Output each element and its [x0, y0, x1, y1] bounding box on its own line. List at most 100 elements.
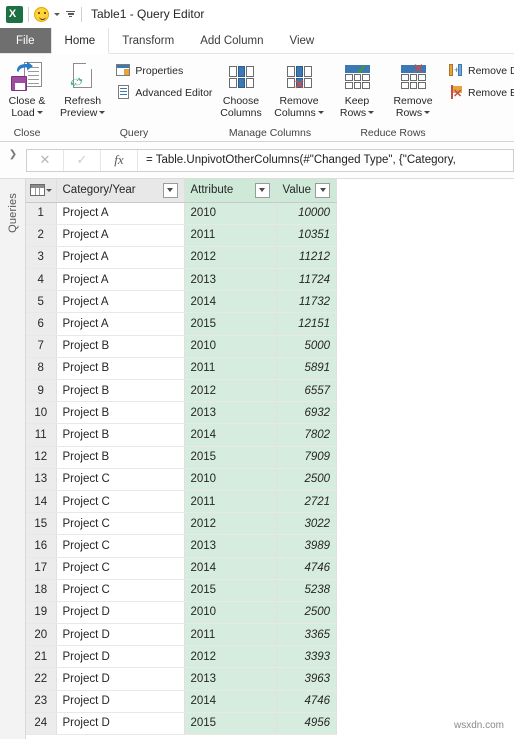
cell-value[interactable]: 6557 — [276, 379, 338, 403]
confirm-icon[interactable]: ✓ — [64, 149, 101, 171]
cell-category[interactable]: Project C — [56, 468, 185, 491]
cell-attribute[interactable]: 2011 — [184, 623, 277, 647]
cell-value[interactable]: 7909 — [276, 446, 338, 469]
cell-value[interactable]: 3022 — [276, 512, 338, 536]
cell-attribute[interactable]: 2013 — [184, 268, 277, 292]
cell-attribute[interactable]: 2013 — [184, 534, 277, 558]
cell-category[interactable]: Project C — [56, 534, 185, 558]
cell-value[interactable]: 7802 — [276, 423, 338, 447]
cell-category[interactable]: Project D — [56, 712, 185, 736]
formula-input[interactable]: = Table.UnpivotOtherColumns(#"Changed Ty… — [138, 150, 513, 171]
cell-value[interactable]: 5891 — [276, 357, 338, 381]
chevron-down-icon[interactable] — [368, 111, 375, 115]
cell-value[interactable]: 5000 — [276, 335, 338, 358]
cell-category[interactable]: Project B — [56, 446, 185, 469]
table-row[interactable]: 17 Project C 2014 4746 — [26, 557, 338, 580]
cell-category[interactable]: Project C — [56, 557, 185, 580]
table-corner-button[interactable] — [26, 179, 57, 203]
filter-dropdown-icon[interactable] — [162, 182, 178, 198]
remove-columns-button[interactable]: ✕ Remove Columns — [272, 58, 326, 119]
tab-view[interactable]: View — [277, 28, 328, 53]
chevron-down-icon[interactable] — [317, 111, 324, 115]
table-row[interactable]: 24 Project D 2015 4956 — [26, 712, 338, 736]
cell-attribute[interactable]: 2015 — [184, 312, 277, 336]
properties-button[interactable]: Properties — [113, 61, 215, 80]
table-row[interactable]: 4 Project A 2013 11724 — [26, 268, 338, 292]
cell-attribute[interactable]: 2010 — [184, 335, 277, 358]
table-row[interactable]: 12 Project B 2015 7909 — [26, 446, 338, 469]
table-row[interactable]: 23 Project D 2014 4746 — [26, 690, 338, 713]
cell-category[interactable]: Project D — [56, 690, 185, 713]
table-row[interactable]: 15 Project C 2012 3022 — [26, 512, 338, 536]
qat-overflow-icon[interactable] — [65, 10, 76, 18]
keep-rows-button[interactable]: ✓ Keep Rows — [330, 58, 384, 119]
choose-columns-button[interactable]: Choose Columns — [214, 58, 268, 119]
cell-attribute[interactable]: 2015 — [184, 579, 277, 602]
table-row[interactable]: 19 Project D 2010 2500 — [26, 601, 338, 625]
table-row[interactable]: 3 Project A 2012 11212 — [26, 246, 338, 270]
table-row[interactable]: 16 Project C 2013 3989 — [26, 534, 338, 558]
cell-value[interactable]: 11724 — [276, 268, 338, 292]
cell-attribute[interactable]: 2012 — [184, 379, 277, 403]
table-row[interactable]: 2 Project A 2011 10351 — [26, 224, 338, 247]
filter-dropdown-icon[interactable] — [315, 182, 331, 198]
cell-category[interactable]: Project B — [56, 335, 185, 358]
table-row[interactable]: 22 Project D 2013 3963 — [26, 667, 338, 691]
cell-value[interactable]: 3393 — [276, 645, 338, 669]
table-row[interactable]: 14 Project C 2011 2721 — [26, 490, 338, 514]
table-row[interactable]: 6 Project A 2015 12151 — [26, 312, 338, 336]
table-row[interactable]: 1 Project A 2010 10000 — [26, 202, 338, 225]
cell-value[interactable]: 3963 — [276, 667, 338, 691]
cell-value[interactable]: 2721 — [276, 490, 338, 514]
refresh-preview-button[interactable]: Refresh Preview — [60, 58, 106, 119]
cell-attribute[interactable]: 2011 — [184, 357, 277, 381]
table-row[interactable]: 13 Project C 2010 2500 — [26, 468, 338, 491]
cell-attribute[interactable]: 2015 — [184, 712, 277, 736]
cell-value[interactable]: 4746 — [276, 557, 338, 580]
cell-value[interactable]: 6932 — [276, 401, 338, 425]
filter-dropdown-icon[interactable] — [254, 182, 270, 198]
tab-transform[interactable]: Transform — [109, 28, 187, 53]
advanced-editor-button[interactable]: Advanced Editor — [113, 83, 215, 102]
column-header-attribute[interactable]: Attribute — [184, 179, 277, 203]
cell-value[interactable]: 10000 — [276, 202, 338, 225]
cell-category[interactable]: Project C — [56, 512, 185, 536]
chevron-down-icon[interactable] — [99, 111, 106, 115]
cell-category[interactable]: Project B — [56, 379, 185, 403]
smiley-icon[interactable] — [34, 6, 49, 22]
cell-category[interactable]: Project A — [56, 312, 185, 336]
fx-icon[interactable]: fx — [101, 149, 138, 171]
cell-value[interactable]: 2500 — [276, 468, 338, 491]
cell-attribute[interactable]: 2011 — [184, 224, 277, 247]
cell-category[interactable]: Project B — [56, 357, 185, 381]
cell-value[interactable]: 2500 — [276, 601, 338, 625]
remove-rows-button[interactable]: ✕ Remove Rows — [386, 58, 440, 119]
cell-category[interactable]: Project A — [56, 202, 185, 225]
cell-value[interactable]: 4956 — [276, 712, 338, 736]
table-row[interactable]: 10 Project B 2013 6932 — [26, 401, 338, 425]
tab-add-column[interactable]: Add Column — [187, 28, 276, 53]
cell-attribute[interactable]: 2014 — [184, 423, 277, 447]
cell-value[interactable]: 5238 — [276, 579, 338, 602]
cell-attribute[interactable]: 2012 — [184, 645, 277, 669]
cell-attribute[interactable]: 2014 — [184, 690, 277, 713]
cell-category[interactable]: Project A — [56, 268, 185, 292]
cell-attribute[interactable]: 2013 — [184, 667, 277, 691]
cell-category[interactable]: Project A — [56, 224, 185, 247]
table-row[interactable]: 5 Project A 2014 11732 — [26, 290, 338, 314]
cell-attribute[interactable]: 2011 — [184, 490, 277, 514]
cell-attribute[interactable]: 2015 — [184, 446, 277, 469]
cell-category[interactable]: Project D — [56, 645, 185, 669]
cell-attribute[interactable]: 2012 — [184, 246, 277, 270]
table-row[interactable]: 8 Project B 2011 5891 — [26, 357, 338, 381]
table-row[interactable]: 7 Project B 2010 5000 — [26, 335, 338, 358]
formula-bar[interactable]: ✕ ✓ fx = Table.UnpivotOtherColumns(#"Cha… — [26, 148, 514, 172]
cell-attribute[interactable]: 2010 — [184, 601, 277, 625]
cell-value[interactable]: 11212 — [276, 246, 338, 270]
cell-category[interactable]: Project D — [56, 667, 185, 691]
column-header-category-year[interactable]: Category/Year — [56, 179, 185, 203]
queries-pane-expand-button[interactable]: ❯ — [0, 142, 26, 178]
close-and-load-button[interactable]: Close & Load — [0, 58, 54, 119]
column-header-value[interactable]: Value — [276, 179, 338, 203]
table-row[interactable]: 20 Project D 2011 3365 — [26, 623, 338, 647]
